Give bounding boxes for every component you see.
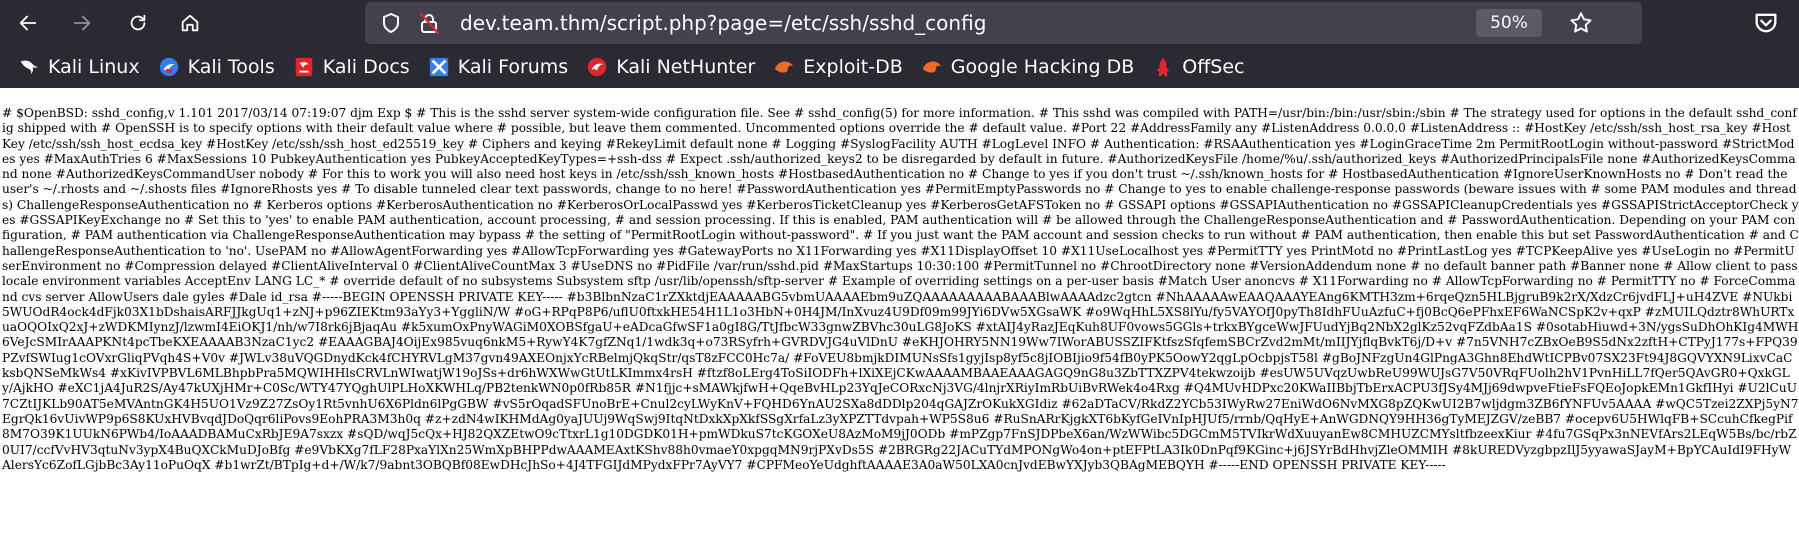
ghdb-icon	[922, 61, 941, 73]
kali-dragon-icon	[20, 60, 39, 75]
bookmark-label: Kali Tools	[187, 56, 275, 78]
bookmark-label: Kali Forums	[457, 56, 569, 78]
browser-toolbar: dev.team.thm/script.php?page=/etc/ssh/ss…	[0, 0, 1799, 46]
reload-icon	[130, 14, 146, 31]
kali-tools-icon	[159, 57, 178, 77]
bookmark-label: OffSec	[1182, 56, 1245, 78]
url-text[interactable]: dev.team.thm/script.php?page=/etc/ssh/ss…	[460, 11, 986, 35]
bookmark-label: Kali NetHunter	[616, 56, 756, 78]
sshd-config-text: # $OpenBSD: sshd_config,v 1.101 2017/03/…	[2, 106, 1799, 472]
bookmark-kali-forums[interactable]: Kali Forums	[420, 51, 577, 83]
offsec-icon	[1156, 57, 1170, 77]
reload-button[interactable]	[122, 7, 154, 39]
bookmark-google-hacking-db[interactable]: Google Hacking DB	[913, 51, 1143, 83]
arrow-left-icon	[19, 15, 37, 31]
exploit-db-icon	[775, 61, 794, 73]
bookmark-label: Kali Linux	[48, 56, 140, 78]
pocket-icon[interactable]	[1752, 9, 1780, 37]
bookmark-label: Google Hacking DB	[950, 56, 1135, 78]
bookmark-label: Exploit-DB	[803, 56, 903, 78]
kali-docs-icon	[295, 57, 312, 77]
bookmark-offsec[interactable]: OffSec	[1144, 51, 1252, 83]
bookmark-kali-nethunter[interactable]: Kali NetHunter	[578, 51, 763, 83]
home-icon	[181, 14, 199, 32]
shield-icon[interactable]	[379, 11, 403, 35]
bookmark-label: Kali Docs	[322, 56, 410, 78]
url-bar[interactable]: dev.team.thm/script.php?page=/etc/ssh/ss…	[365, 2, 1642, 44]
home-button[interactable]	[174, 7, 206, 39]
page-content: # $OpenBSD: sshd_config,v 1.101 2017/03/…	[0, 88, 1799, 549]
arrow-right-icon	[73, 15, 91, 31]
bookmark-kali-linux[interactable]: Kali Linux	[10, 51, 148, 83]
bookmark-exploit-db[interactable]: Exploit-DB	[765, 51, 910, 83]
kali-forums-icon	[429, 57, 448, 77]
back-button[interactable]	[12, 7, 44, 39]
forward-button[interactable]	[66, 7, 98, 39]
bookmark-kali-tools[interactable]: Kali Tools	[150, 51, 283, 83]
bookmark-kali-docs[interactable]: Kali Docs	[285, 51, 418, 83]
zoom-level-button[interactable]: 50%	[1476, 9, 1542, 37]
bookmarks-bar: Kali Linux Kali Tools Kali Docs Kali For…	[0, 46, 1799, 88]
star-icon[interactable]	[1568, 10, 1594, 36]
lock-slash-icon[interactable]	[417, 11, 441, 35]
nethunter-icon	[588, 57, 607, 77]
